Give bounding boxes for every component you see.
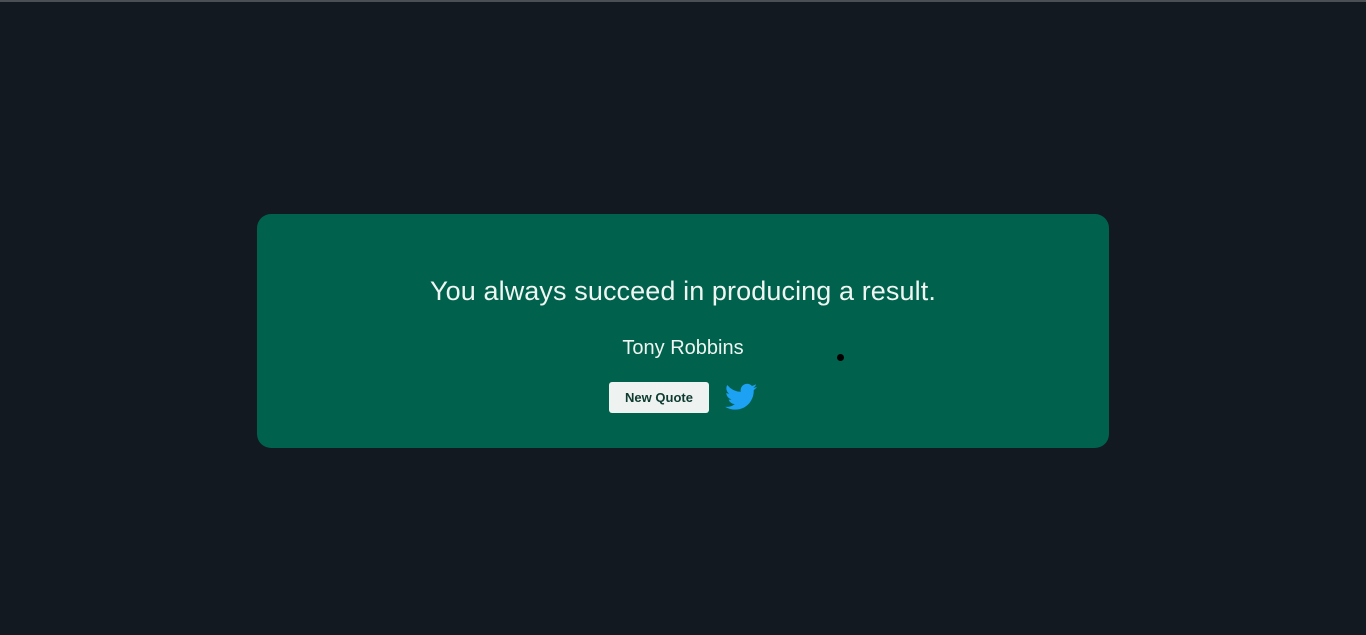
quote-author: Tony Robbins (622, 337, 744, 359)
quote-text: You always succeed in producing a result… (430, 276, 936, 306)
quote-actions: New Quote (257, 380, 1109, 414)
new-quote-button[interactable]: New Quote (609, 381, 709, 413)
window-top-border (0, 0, 1366, 2)
quote-card: You always succeed in producing a result… (257, 214, 1109, 448)
twitter-icon (724, 383, 757, 410)
tweet-quote-button[interactable] (724, 383, 757, 411)
mouse-cursor (837, 354, 844, 361)
